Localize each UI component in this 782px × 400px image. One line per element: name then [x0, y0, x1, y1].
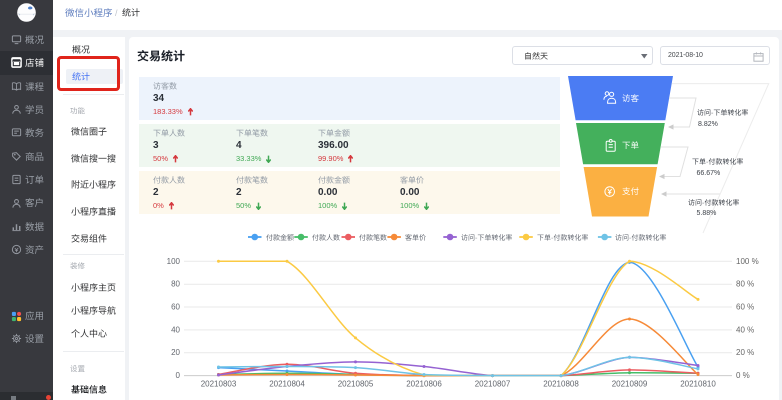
- svg-text:0: 0: [176, 371, 181, 380]
- svg-text:20210805: 20210805: [338, 380, 374, 389]
- svg-text:40 %: 40 %: [736, 325, 754, 334]
- svg-text:20: 20: [171, 348, 180, 357]
- svg-text:0 %: 0 %: [736, 371, 750, 380]
- svg-text:40: 40: [171, 325, 180, 334]
- svg-text:20210803: 20210803: [201, 380, 237, 389]
- svg-text:20210808: 20210808: [543, 380, 579, 389]
- svg-text:20210804: 20210804: [269, 380, 305, 389]
- svg-text:60: 60: [171, 303, 180, 312]
- svg-text:20210807: 20210807: [475, 380, 511, 389]
- svg-text:20 %: 20 %: [736, 348, 754, 357]
- svg-text:20210806: 20210806: [406, 380, 442, 389]
- svg-text:20210809: 20210809: [612, 380, 648, 389]
- svg-text:100 %: 100 %: [736, 257, 759, 266]
- svg-text:80: 80: [171, 280, 180, 289]
- svg-text:20210810: 20210810: [680, 380, 716, 389]
- svg-text:60 %: 60 %: [736, 303, 754, 312]
- svg-text:100: 100: [167, 257, 181, 266]
- svg-text:80 %: 80 %: [736, 280, 754, 289]
